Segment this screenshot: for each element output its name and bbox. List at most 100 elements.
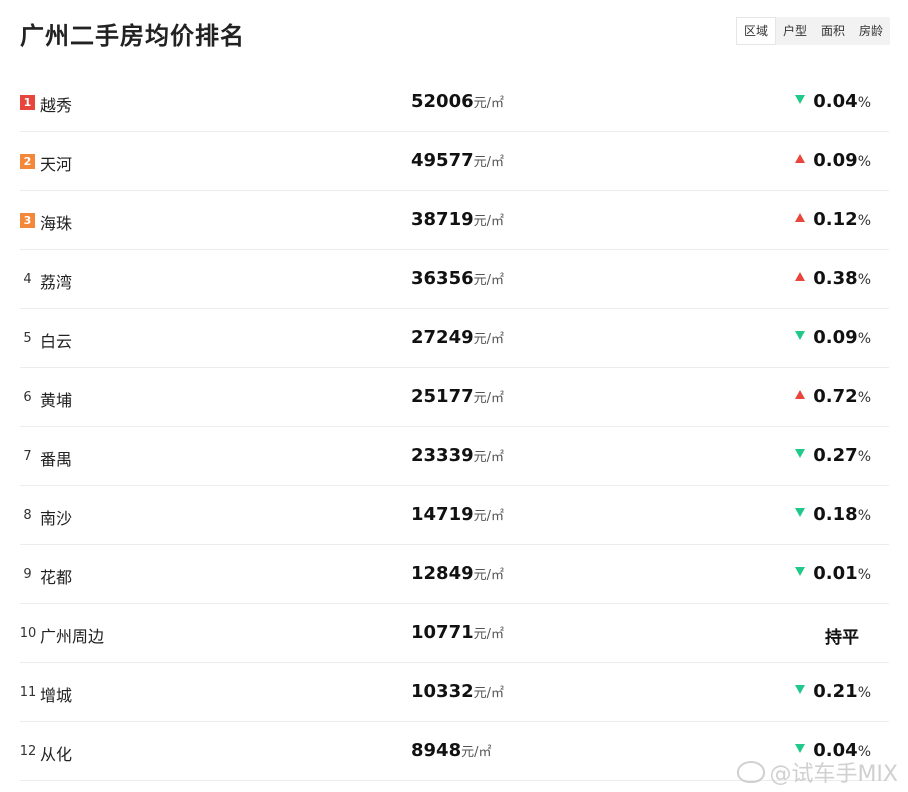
rank-badge: 1 [20,95,35,110]
price-unit: 元/㎡ [473,391,505,406]
price-unit: 元/㎡ [473,155,505,170]
price-unit: 元/㎡ [461,745,492,760]
avg-price: 23339元/㎡ [411,445,504,466]
change-value: 0.27 [813,445,858,466]
price-value: 49577 [411,150,474,171]
price-change: 0.21% [795,681,871,702]
price-unit: 元/㎡ [473,568,505,583]
table-row[interactable]: 10 广州周边 10771元/㎡ 持平 [20,604,889,663]
table-row[interactable]: 9 花都 12849元/㎡ 0.01% [20,545,889,604]
price-value: 14719 [411,504,474,525]
ranking-list: 1 越秀 52006元/㎡ 0.04% 2 天河 49577元/㎡ 0.09% 3 海珠 38719… [20,73,889,781]
percent-sign: % [857,508,871,524]
tab-age[interactable]: 房龄 [852,17,890,45]
change-value: 0.38 [813,268,858,289]
avg-price: 49577元/㎡ [411,150,504,171]
price-change: 0.04% [795,91,871,112]
avg-price: 10332元/㎡ [411,681,504,702]
table-row[interactable]: 5 白云 27249元/㎡ 0.09% [20,309,889,368]
table-row[interactable]: 1 越秀 52006元/㎡ 0.04% [20,73,889,132]
price-value: 10771 [411,622,474,643]
district-name: 荔湾 [40,273,73,292]
change-value: 0.12 [813,209,858,230]
rank-badge: 4 [23,272,32,287]
rank-badge: 3 [20,213,35,228]
percent-sign: % [857,567,871,583]
price-unit: 元/㎡ [473,214,505,229]
district-name: 花都 [40,568,73,587]
rank-badge: 11 [19,685,37,700]
avg-price: 10771元/㎡ [411,622,504,643]
district-name: 南沙 [40,509,73,528]
table-row[interactable]: 2 天河 49577元/㎡ 0.09% [20,132,889,191]
percent-sign: % [857,154,871,170]
table-row[interactable]: 8 南沙 14719元/㎡ 0.18% [20,486,889,545]
price-change: 0.38% [795,268,871,289]
triangle-down-icon [795,744,806,753]
percent-sign: % [857,213,871,229]
price-unit: 元/㎡ [473,332,505,347]
triangle-up-icon [795,213,806,222]
category-tabs: 区域 户型 面积 房龄 [735,17,890,45]
table-row[interactable]: 7 番禺 23339元/㎡ 0.27% [20,427,889,486]
triangle-up-icon [795,272,806,281]
price-change: 0.12% [795,209,871,230]
district-name: 增城 [40,686,73,705]
rank-badge: 12 [19,744,37,759]
price-unit: 元/㎡ [473,450,505,465]
change-value: 0.72 [813,386,858,407]
avg-price: 12849元/㎡ [411,563,504,584]
table-row[interactable]: 4 荔湾 36356元/㎡ 0.38% [20,250,889,309]
watermark-text: @试车手MIX [769,762,898,787]
percent-sign: % [857,390,871,406]
price-unit: 元/㎡ [473,273,505,288]
price-unit: 元/㎡ [473,96,505,111]
rank-badge: 6 [23,390,32,405]
change-flat: 持平 [825,628,859,648]
avg-price: 8948元/㎡ [411,740,492,761]
rank-badge: 7 [23,449,32,464]
table-row[interactable]: 3 海珠 38719元/㎡ 0.12% [20,191,889,250]
triangle-down-icon [795,685,806,694]
avg-price: 14719元/㎡ [411,504,504,525]
district-name: 黄埔 [40,391,73,410]
avg-price: 38719元/㎡ [411,209,504,230]
district-name: 从化 [40,745,73,764]
rank-badge: 5 [23,331,32,346]
percent-sign: % [857,272,871,288]
district-name: 番禺 [40,450,73,469]
change-value: 0.09 [813,150,858,171]
price-change: 0.09% [795,327,871,348]
triangle-down-icon [795,449,806,458]
tab-area[interactable]: 面积 [814,17,852,45]
change-value: 0.09 [813,327,858,348]
change-value: 0.01 [813,563,858,584]
tab-district[interactable]: 区域 [735,17,776,45]
triangle-down-icon [795,508,806,517]
avg-price: 25177元/㎡ [411,386,504,407]
page-title: 广州二手房均价排名 [20,22,245,50]
rank-badge: 9 [23,567,32,582]
watermark: @试车手MIX [737,756,898,788]
price-unit: 元/㎡ [473,627,505,642]
triangle-up-icon [795,390,806,399]
price-change: 0.72% [795,386,871,407]
price-value: 52006 [411,91,474,112]
avg-price: 52006元/㎡ [411,91,504,112]
tab-layout[interactable]: 户型 [776,17,814,45]
rank-badge: 8 [23,508,32,523]
price-value: 36356 [411,268,474,289]
price-value: 8948 [411,740,462,761]
table-row[interactable]: 11 增城 10332元/㎡ 0.21% [20,663,889,722]
percent-sign: % [857,685,871,701]
price-value: 10332 [411,681,474,702]
table-row[interactable]: 6 黄埔 25177元/㎡ 0.72% [20,368,889,427]
change-value: 0.04 [813,91,858,112]
percent-sign: % [857,449,871,465]
triangle-down-icon [795,95,806,104]
avg-price: 36356元/㎡ [411,268,504,289]
price-value: 12849 [411,563,474,584]
percent-sign: % [857,331,871,347]
district-name: 越秀 [40,96,73,115]
rank-badge: 10 [19,626,37,641]
